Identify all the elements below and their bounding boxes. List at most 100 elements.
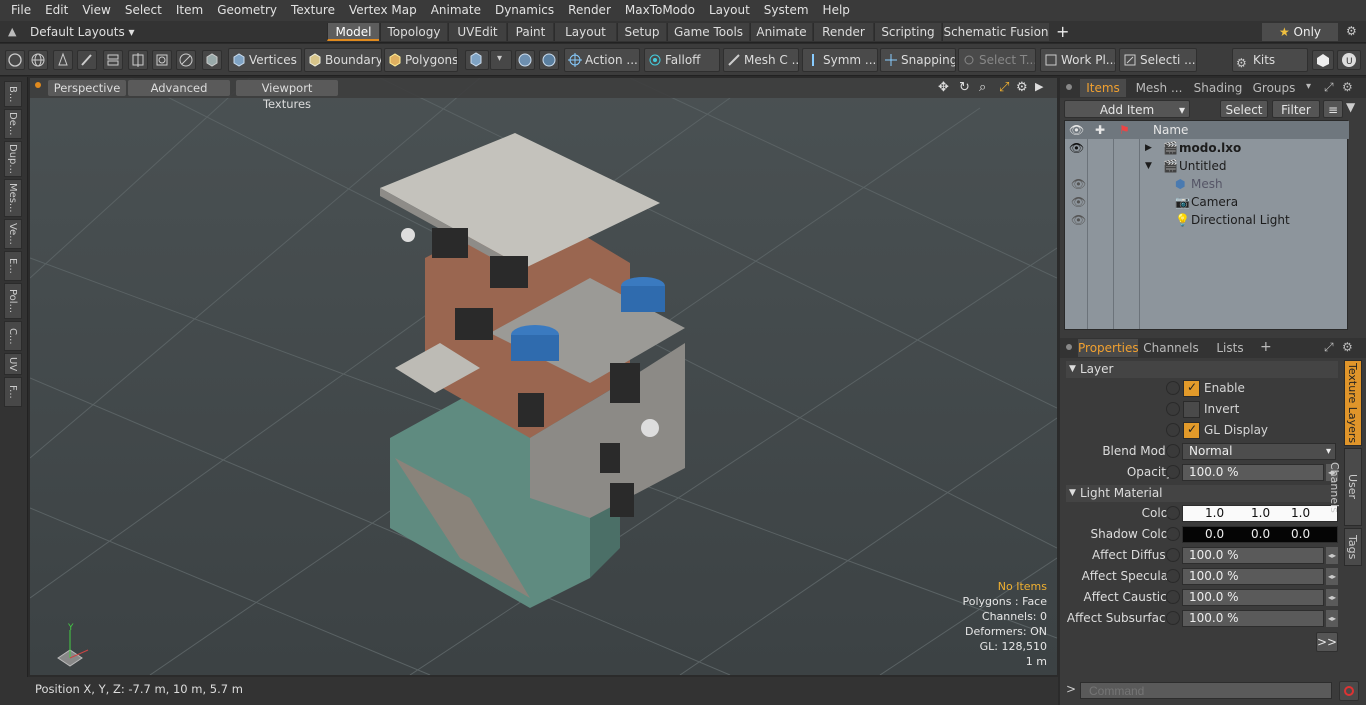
tab-paint[interactable]: Paint [507, 23, 553, 41]
add-item-button[interactable]: Add Item ▾ [1064, 100, 1190, 118]
side-tab-tags[interactable]: Tags [1344, 528, 1362, 566]
mesh-constraint-button[interactable]: Mesh C ... [723, 48, 799, 72]
command-input[interactable] [1080, 682, 1332, 699]
record-button[interactable] [1339, 681, 1359, 701]
layer-section-header[interactable]: ▼ Layer [1066, 361, 1338, 378]
material-icon[interactable] [465, 50, 489, 70]
square-icon[interactable] [152, 50, 172, 70]
affect-caustics-field[interactable]: 100.0 % [1182, 589, 1324, 606]
visibility-eye-icon[interactable]: 👁 [1071, 211, 1086, 229]
tab-setup[interactable]: Setup [617, 23, 666, 41]
menu-layout[interactable]: Layout [702, 0, 757, 21]
maximize-icon[interactable]: ⤢ [999, 80, 1009, 95]
affect-caustics-stepper[interactable]: ◂▸ [1326, 589, 1338, 606]
list-item[interactable]: 👁 ▶ 🎬 modo.lxo [1065, 139, 1349, 157]
tab-layout[interactable]: Layout [554, 23, 616, 41]
properties-expand-icon[interactable]: ⤢ [1324, 340, 1334, 355]
tab-animate[interactable]: Animate [750, 23, 812, 41]
tab-properties[interactable]: Properties [1078, 339, 1139, 357]
shadow-g-value[interactable]: 0.0 [1251, 527, 1270, 542]
left-tab-basic[interactable]: B... [4, 81, 22, 107]
color-b-value[interactable]: 1.0 [1291, 506, 1310, 521]
affect-diffuse-field[interactable]: 100.0 % [1182, 547, 1324, 564]
item-mode-icon[interactable] [202, 50, 222, 70]
tab-model[interactable]: Model [327, 23, 379, 41]
circle-slash-icon[interactable] [176, 50, 196, 70]
gear-icon[interactable]: ⚙ [1346, 24, 1357, 38]
left-tab-fusion[interactable]: F... [4, 377, 22, 407]
panel-dot-icon[interactable] [1066, 84, 1072, 90]
left-tab-deform[interactable]: De... [4, 109, 22, 139]
add-tab-icon[interactable]: + [1056, 22, 1069, 41]
visibility-eye-icon[interactable]: 👁 [1071, 175, 1086, 193]
color-swatch[interactable]: 1.0 1.0 1.0 [1182, 505, 1338, 522]
boundary-button[interactable]: Boundary [304, 48, 382, 72]
left-tab-curve[interactable]: C... [4, 321, 22, 351]
left-tab-uv[interactable]: UV [4, 353, 22, 375]
menu-edit[interactable]: Edit [38, 0, 75, 21]
channel-dot-icon[interactable] [1166, 402, 1180, 416]
render-column-icon[interactable]: ⚑ [1119, 121, 1130, 139]
lock-column-icon[interactable]: ✚ [1095, 121, 1105, 139]
menu-view[interactable]: View [75, 0, 117, 21]
brush-icon[interactable] [77, 50, 97, 70]
funnel-icon[interactable]: ▼ [1346, 100, 1355, 114]
menu-system[interactable]: System [757, 0, 816, 21]
add-tab-icon[interactable]: + [1260, 339, 1272, 355]
left-tab-edge[interactable]: E... [4, 251, 22, 281]
tab-lists[interactable]: Lists [1208, 339, 1252, 357]
visibility-eye-icon[interactable]: 👁 [1071, 193, 1086, 211]
collapse-arrow-icon[interactable]: ▼ [1145, 157, 1152, 175]
affect-subsurface-field[interactable]: 100.0 % [1182, 610, 1324, 627]
work-plane-button[interactable]: Work Pl... [1040, 48, 1116, 72]
menu-dynamics[interactable]: Dynamics [488, 0, 561, 21]
3d-viewport[interactable]: Y Perspective Advanced Viewport Textures… [30, 78, 1057, 675]
menu-geometry[interactable]: Geometry [210, 0, 284, 21]
channel-dot-icon[interactable] [1166, 548, 1180, 562]
left-tab-duplicate[interactable]: Dup... [4, 141, 22, 177]
menu-animate[interactable]: Animate [424, 0, 488, 21]
menu-file[interactable]: File [4, 0, 38, 21]
list-item[interactable]: ▼ 🎬 Untitled [1065, 157, 1349, 175]
symmetry-shield-icon[interactable] [515, 50, 535, 70]
advanced-button[interactable]: Advanced [128, 80, 230, 96]
falloff-button[interactable]: Falloff [644, 48, 720, 72]
menu-select[interactable]: Select [118, 0, 169, 21]
opacity-field[interactable]: 100.0 % [1182, 464, 1324, 481]
rotate-icon[interactable]: ↻ [959, 80, 970, 95]
viewport-settings-gear-icon[interactable]: ⚙ [1016, 80, 1028, 95]
name-column-header[interactable]: Name [1153, 121, 1188, 139]
affect-specular-field[interactable]: 100.0 % [1182, 568, 1324, 585]
viewport-textures-button[interactable]: Viewport Textures [236, 80, 338, 111]
color-r-value[interactable]: 1.0 [1205, 506, 1224, 521]
menu-render[interactable]: Render [561, 0, 618, 21]
items-panel-gear-icon[interactable]: ⚙ [1342, 80, 1353, 94]
material-dropdown-icon[interactable]: ▾ [490, 50, 512, 70]
tab-groups[interactable]: Groups [1246, 79, 1302, 97]
pan-icon[interactable]: ✥ [938, 80, 949, 95]
channel-dot-icon[interactable] [1166, 590, 1180, 604]
affect-specular-stepper[interactable]: ◂▸ [1326, 568, 1338, 585]
default-layouts-dropdown[interactable]: Default Layouts ▾ [30, 24, 135, 40]
channel-dot-icon[interactable] [1166, 506, 1180, 520]
tab-schematic-fusion[interactable]: Schematic Fusion [942, 23, 1049, 41]
items-tabs-dropdown-icon[interactable]: ▾ [1306, 81, 1311, 92]
menu-help[interactable]: Help [816, 0, 857, 21]
symmetry-button[interactable]: Symm ... [802, 48, 878, 72]
menu-vertex-map[interactable]: Vertex Map [342, 0, 424, 21]
tab-channels[interactable]: Channels [1142, 339, 1200, 357]
unreal-icon[interactable]: U [1337, 50, 1361, 70]
viewport-dot-icon[interactable] [35, 82, 41, 88]
selection-sets-button[interactable]: Selecti ... [1119, 48, 1197, 72]
visibility-eye-icon[interactable]: 👁 [1069, 139, 1084, 157]
tab-items[interactable]: Items [1080, 79, 1126, 97]
panel-dot-icon[interactable] [1066, 344, 1072, 350]
tab-render[interactable]: Render [813, 23, 873, 41]
polygons-button[interactable]: Polygons [384, 48, 458, 72]
only-button[interactable]: ★ Only [1262, 23, 1338, 41]
shadow-b-value[interactable]: 0.0 [1291, 527, 1310, 542]
tab-uvedit[interactable]: UVEdit [448, 23, 506, 41]
action-center-button[interactable]: Action ... [564, 48, 640, 72]
left-tab-mesh-edit[interactable]: Mes... [4, 179, 22, 217]
select-button[interactable]: Select [1220, 100, 1268, 118]
